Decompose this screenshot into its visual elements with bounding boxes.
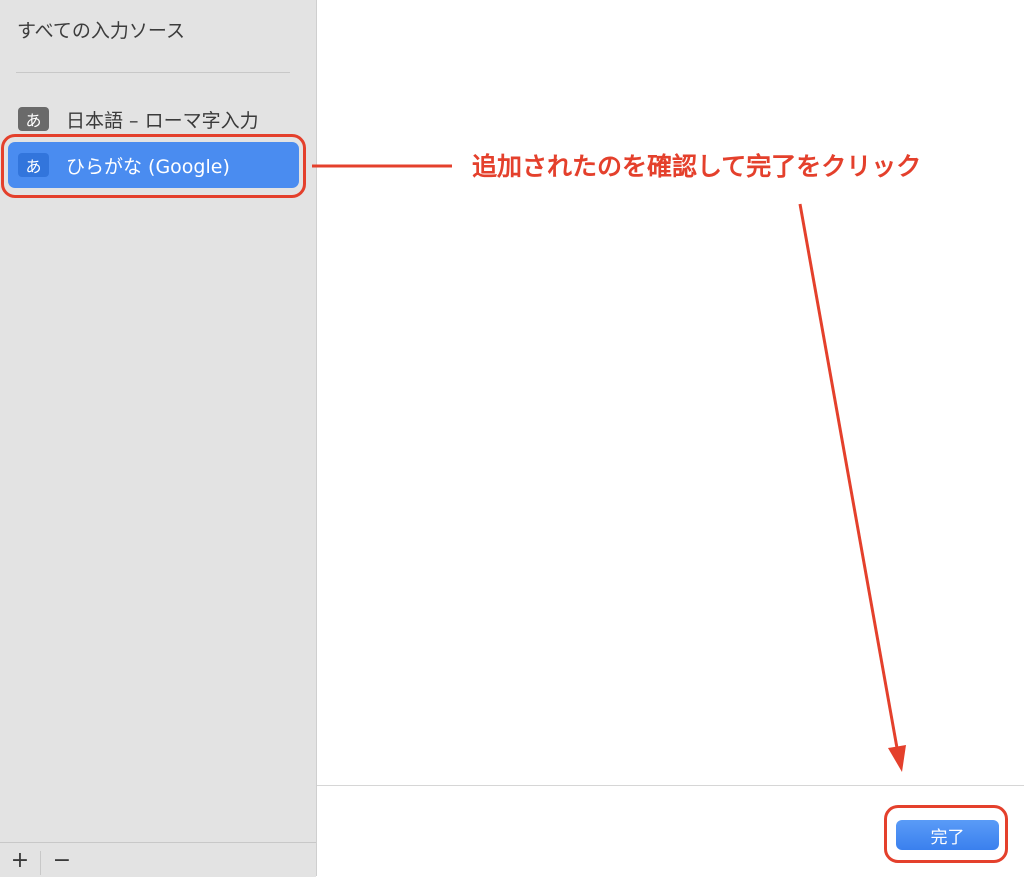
source-item-hiragana-google[interactable]: あ ひらがな (Google) xyxy=(8,142,299,188)
sidebar-footer: + − xyxy=(0,842,316,877)
done-button[interactable]: 完了 xyxy=(896,820,999,850)
source-item-label: ひらがな (Google) xyxy=(66,155,230,178)
hiragana-a-icon: あ xyxy=(18,107,49,131)
sidebar-divider xyxy=(16,72,290,73)
source-item-japanese-romaji[interactable]: あ 日本語 – ローマ字入力 xyxy=(8,96,299,142)
add-source-button[interactable]: + xyxy=(0,847,40,873)
annotation-text: 追加されたのを確認して完了をクリック xyxy=(472,152,922,181)
annotation-arrowhead xyxy=(888,745,906,772)
sidebar-header: すべての入力ソース xyxy=(17,20,185,42)
annotation-arrow xyxy=(798,203,899,749)
content-footer-divider xyxy=(317,785,1024,786)
input-source-sidebar: すべての入力ソース あ 日本語 – ローマ字入力 あ ひらがな (Google)… xyxy=(0,0,317,877)
hiragana-a-icon: あ xyxy=(18,153,49,177)
remove-source-button[interactable]: − xyxy=(42,847,82,873)
source-item-label: 日本語 – ローマ字入力 xyxy=(66,109,259,132)
footer-separator xyxy=(40,851,41,875)
